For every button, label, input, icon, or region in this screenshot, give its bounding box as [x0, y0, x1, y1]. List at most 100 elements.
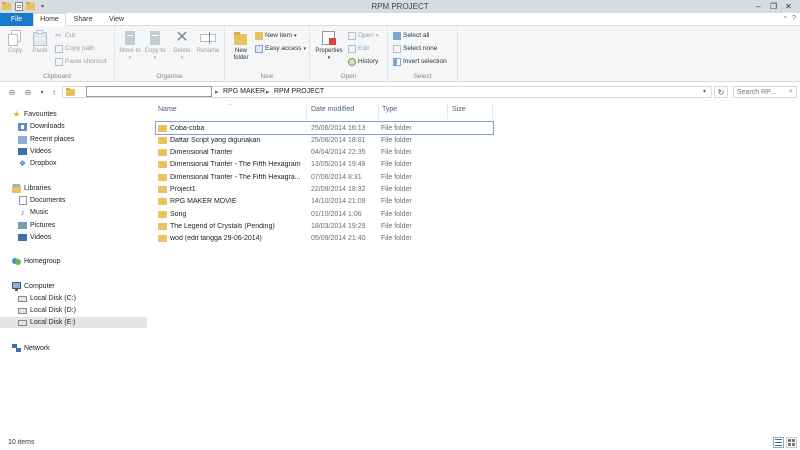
history-button[interactable]: History	[348, 56, 378, 67]
new-folder-button[interactable]: New folder	[229, 29, 253, 62]
maximize-button[interactable]: ❐	[766, 0, 781, 12]
nav-documents[interactable]: Documents	[18, 195, 65, 206]
nav-libraries[interactable]: Libraries	[12, 183, 51, 194]
file-row[interactable]: Dimensional Tranfer 04/04/2014 22:35 File …	[156, 147, 493, 159]
nav-local-disk-e[interactable]: Local Disk (E:)	[0, 317, 147, 328]
rename-button[interactable]: Rename	[196, 29, 220, 55]
column-divider[interactable]	[492, 103, 493, 119]
file-date-modified: 04/04/2014 22:35	[311, 149, 366, 157]
file-row[interactable]: Dimensional Tranfer - The Fifth Hexagram…	[156, 159, 493, 171]
edit-button[interactable]: Edit	[348, 43, 369, 54]
nav-favourites[interactable]: ★ Favourites	[12, 109, 56, 120]
breadcrumb-separator: ▸	[215, 89, 219, 96]
chevron-up-icon[interactable]: ⌃	[782, 15, 788, 23]
large-icons-view-button[interactable]	[786, 437, 797, 448]
recent-places-icon	[18, 135, 27, 144]
nav-music[interactable]: ♪ Music	[18, 207, 49, 218]
nav-local-disk-c[interactable]: Local Disk (C:)	[18, 293, 76, 304]
column-header-size[interactable]: Size	[452, 106, 466, 117]
column-header-date-modified[interactable]: Date modified	[311, 106, 354, 117]
videos-icon	[18, 147, 27, 156]
file-row[interactable]: RPG MAKER MOVIE 14/10/2014 21:09 File fold…	[156, 196, 493, 208]
nav-dropbox[interactable]: ❖ Dropbox	[18, 158, 57, 169]
search-box[interactable]: Search RP... ⌕	[733, 86, 797, 98]
copy-path-button[interactable]: Copy path	[55, 43, 95, 54]
file-row[interactable]: Song 01/10/2014 1:06 File folder	[156, 208, 493, 220]
file-name-label: Dimensional Tranfer - The Fifth Hexagram	[170, 161, 301, 169]
copy-button[interactable]: Copy	[3, 29, 27, 55]
nav-downloads[interactable]: Downloads	[18, 121, 65, 132]
breadcrumb-separator: ▸	[266, 89, 270, 96]
navigation-pane: ★ Favourites Downloads Recent places Vid…	[0, 103, 147, 433]
nav-videos[interactable]: Videos	[18, 146, 51, 157]
nav-computer[interactable]: Computer	[12, 281, 55, 292]
refresh-button[interactable]: ↻	[714, 86, 728, 98]
file-row[interactable]: Dimensional Tranfer - The Fifth Hexagra.…	[156, 171, 493, 183]
tab-file[interactable]: File	[0, 13, 33, 26]
column-header-name[interactable]: Name	[158, 106, 177, 117]
new-group-label: New	[260, 73, 274, 80]
close-button[interactable]: ✕	[781, 0, 796, 12]
nav-library-videos[interactable]: Videos	[18, 232, 51, 243]
help-icon[interactable]: ?	[792, 15, 796, 23]
file-type: File folder	[381, 161, 412, 169]
title-bar: ▾ RPM PROJECT – ❐ ✕	[0, 0, 800, 13]
drive-icon	[18, 294, 27, 303]
nav-network[interactable]: Network	[12, 343, 50, 354]
forward-button[interactable]: ⊖	[22, 86, 34, 98]
file-row[interactable]: Daftar Script yang digunakan 25/06/2014 1…	[156, 134, 493, 146]
tab-home[interactable]: Home	[33, 13, 66, 26]
address-edit-field[interactable]	[86, 86, 212, 97]
delete-button[interactable]: ✕ Delete ▾	[170, 29, 194, 62]
breadcrumb-rpm-project[interactable]: RPM PROJECT	[274, 88, 324, 95]
select-all-icon	[393, 31, 401, 40]
minimize-button[interactable]: –	[751, 0, 766, 12]
select-all-button[interactable]: Select all	[393, 30, 429, 41]
invert-selection-button[interactable]: Invert selection	[393, 56, 447, 67]
cut-button[interactable]: ✂ Cut	[55, 30, 75, 41]
file-name-label: Dimensional Tranfer - The Fifth Hexagra.…	[170, 173, 301, 181]
file-row[interactable]: Project1 22/09/2014 18:32 File folder	[156, 184, 493, 196]
folder-icon	[158, 136, 167, 144]
paste-button[interactable]: Paste	[28, 29, 52, 55]
recent-locations-icon[interactable]: ▾	[36, 86, 48, 98]
easy-access-button[interactable]: Easy access ▾	[255, 43, 306, 54]
nav-pictures[interactable]: Pictures	[18, 220, 55, 231]
move-to-button[interactable]: Move to ▾	[118, 29, 142, 62]
copy-to-button[interactable]: Copy to ▾	[143, 29, 167, 62]
file-name-label: Coba-coba	[170, 124, 205, 132]
file-type: File folder	[381, 173, 412, 181]
file-type: File folder	[381, 136, 412, 144]
file-name-label: Song	[170, 210, 187, 218]
file-date-modified: 05/09/2014 21:40	[311, 235, 366, 243]
up-button[interactable]: ↑	[48, 86, 60, 98]
column-divider[interactable]	[378, 103, 379, 119]
new-item-button[interactable]: New item ▾	[255, 30, 297, 41]
copy-path-icon	[55, 44, 63, 53]
column-divider[interactable]	[447, 103, 448, 119]
invert-selection-icon	[393, 57, 401, 66]
clipboard-group-label: Clipboard	[43, 73, 71, 80]
file-row[interactable]: Coba-coba 25/06/2014 16:13 File folder	[155, 121, 494, 135]
column-header-type[interactable]: Type	[382, 106, 397, 117]
properties-button[interactable]: Properties ▾	[314, 29, 344, 62]
file-name: Song	[158, 210, 308, 218]
select-none-button[interactable]: Select none	[393, 43, 437, 54]
file-row[interactable]: The Legend of Crystals (Pending) 18/03/20…	[156, 220, 493, 232]
address-dropdown-icon[interactable]: ▾	[703, 88, 706, 95]
nav-recent-places[interactable]: Recent places	[18, 134, 74, 145]
drive-icon	[18, 318, 27, 327]
search-input[interactable]: Search RP...	[737, 89, 776, 96]
nav-local-disk-d[interactable]: Local Disk (D:)	[18, 305, 76, 316]
tab-share[interactable]: Share	[66, 13, 100, 26]
column-divider[interactable]	[306, 103, 307, 119]
file-row[interactable]: wod (edit tangga 29-06-2014) 05/09/2014 2…	[156, 233, 493, 245]
open-button[interactable]: Open ▾	[348, 30, 378, 41]
tab-view[interactable]: View	[100, 13, 133, 26]
file-name: RPG MAKER MOVIE	[158, 198, 308, 206]
back-button[interactable]: ⊖	[6, 86, 18, 98]
breadcrumb-rpg-maker[interactable]: RPG MAKER	[223, 88, 265, 95]
paste-shortcut-button[interactable]: Paste shortcut	[55, 56, 107, 67]
details-view-button[interactable]	[773, 437, 784, 448]
nav-homegroup[interactable]: Homegroup	[12, 256, 61, 267]
